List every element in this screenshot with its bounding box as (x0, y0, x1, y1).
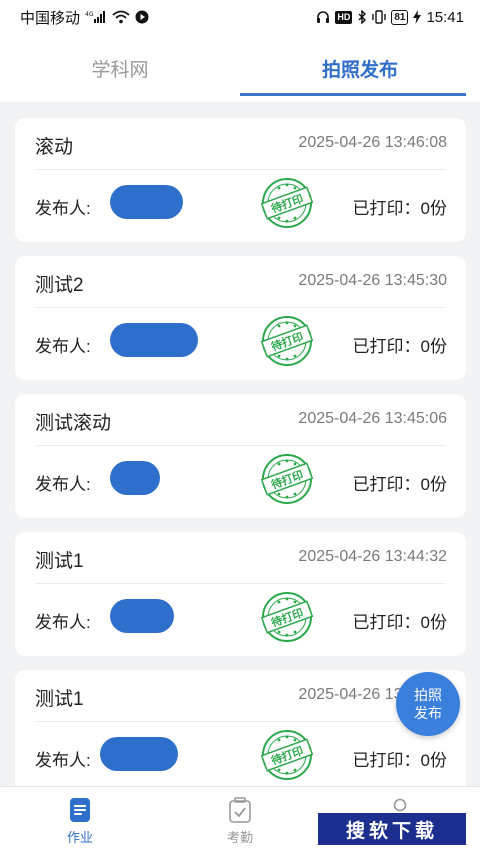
publisher-redacted (110, 185, 183, 219)
publisher-label: 发布人: (35, 475, 91, 494)
printed-count: 已打印：0份 (352, 475, 447, 494)
card-title: 测试滚动 (35, 413, 112, 434)
wifi-icon (112, 10, 130, 24)
top-tabbar: 学科网 拍照发布 (0, 34, 480, 102)
printed-count: 已打印：0份 (352, 613, 447, 632)
divider (35, 169, 446, 170)
card-time: 2025-04-26 13:44:32 (298, 548, 447, 565)
hd-icon: HD (335, 10, 353, 24)
publisher-redacted (110, 599, 174, 633)
status-bar: 中国移动 4G HD 81 15:41 (0, 0, 480, 34)
watermark-logo: 搜软下载 (318, 813, 466, 845)
nav-attendance[interactable]: 考勤 (160, 787, 320, 853)
publisher-redacted (110, 461, 160, 495)
printed-count: 已打印：0份 (352, 199, 447, 218)
divider (35, 307, 446, 308)
list-item[interactable]: 测试1 2025-04-26 13:44:06 发布人: 待打印 已打印：0份 (15, 670, 466, 786)
list-item[interactable]: 测试2 2025-04-26 13:45:30 发布人: 待打印 已打印：0份 (15, 256, 466, 380)
clock: 15:41 (426, 8, 464, 26)
publisher-label: 发布人: (35, 199, 91, 218)
list-item[interactable]: 测试滚动 2025-04-26 13:45:06 发布人: 待打印 已打印：0份 (15, 394, 466, 518)
fab-label-line1: 拍照 (414, 687, 442, 703)
card-title: 测试2 (35, 275, 84, 296)
card-title: 滚动 (35, 137, 74, 158)
pending-print-stamp-icon: 待打印 (260, 592, 314, 642)
publisher-redacted (110, 323, 198, 357)
signal-icon: 4G (85, 10, 107, 24)
printed-count: 已打印：0份 (352, 751, 447, 770)
card-title: 测试1 (35, 551, 84, 572)
list-item[interactable]: 滚动 2025-04-26 13:46:08 发布人: 待打印 已打印：0份 (15, 118, 466, 242)
card-time: 2025-04-26 13:46:08 (298, 134, 447, 151)
divider (35, 721, 446, 722)
pending-print-stamp-icon: 待打印 (260, 730, 314, 780)
pending-print-stamp-icon: 待打印 (260, 178, 314, 228)
publisher-redacted (100, 737, 178, 771)
play-icon (135, 10, 149, 24)
divider (35, 445, 446, 446)
nav-label: 作业 (66, 830, 93, 845)
headphones-icon (316, 10, 330, 24)
publisher-label: 发布人: (35, 337, 91, 356)
publisher-label: 发布人: (35, 751, 91, 770)
nav-label: 考勤 (226, 830, 253, 845)
nav-homework[interactable]: 作业 (0, 787, 160, 853)
card-time: 2025-04-26 13:45:30 (298, 272, 447, 289)
card-title: 测试1 (35, 689, 84, 710)
bluetooth-icon (357, 10, 367, 24)
svg-text:4G: 4G (85, 11, 94, 18)
document-icon (70, 798, 90, 822)
photo-publish-button[interactable]: 拍照 发布 (396, 672, 460, 736)
fab-label-line2: 发布 (414, 705, 442, 721)
divider (35, 583, 446, 584)
printed-count: 已打印：0份 (352, 337, 447, 356)
tab-photo-publish[interactable]: 拍照发布 (240, 34, 480, 102)
clipboard-check-icon (229, 797, 251, 823)
vibrate-icon (372, 10, 387, 24)
battery-icon: 81 (391, 9, 409, 25)
pending-print-stamp-icon: 待打印 (260, 454, 314, 504)
card-time: 2025-04-26 13:45:06 (298, 410, 447, 427)
tab-xuekewang[interactable]: 学科网 (0, 34, 240, 102)
charging-icon (413, 10, 422, 24)
pending-print-stamp-icon: 待打印 (260, 316, 314, 366)
carrier-name: 中国移动 (20, 9, 81, 27)
list-item[interactable]: 测试1 2025-04-26 13:44:32 发布人: 待打印 已打印：0份 (15, 532, 466, 656)
publisher-label: 发布人: (35, 613, 91, 632)
